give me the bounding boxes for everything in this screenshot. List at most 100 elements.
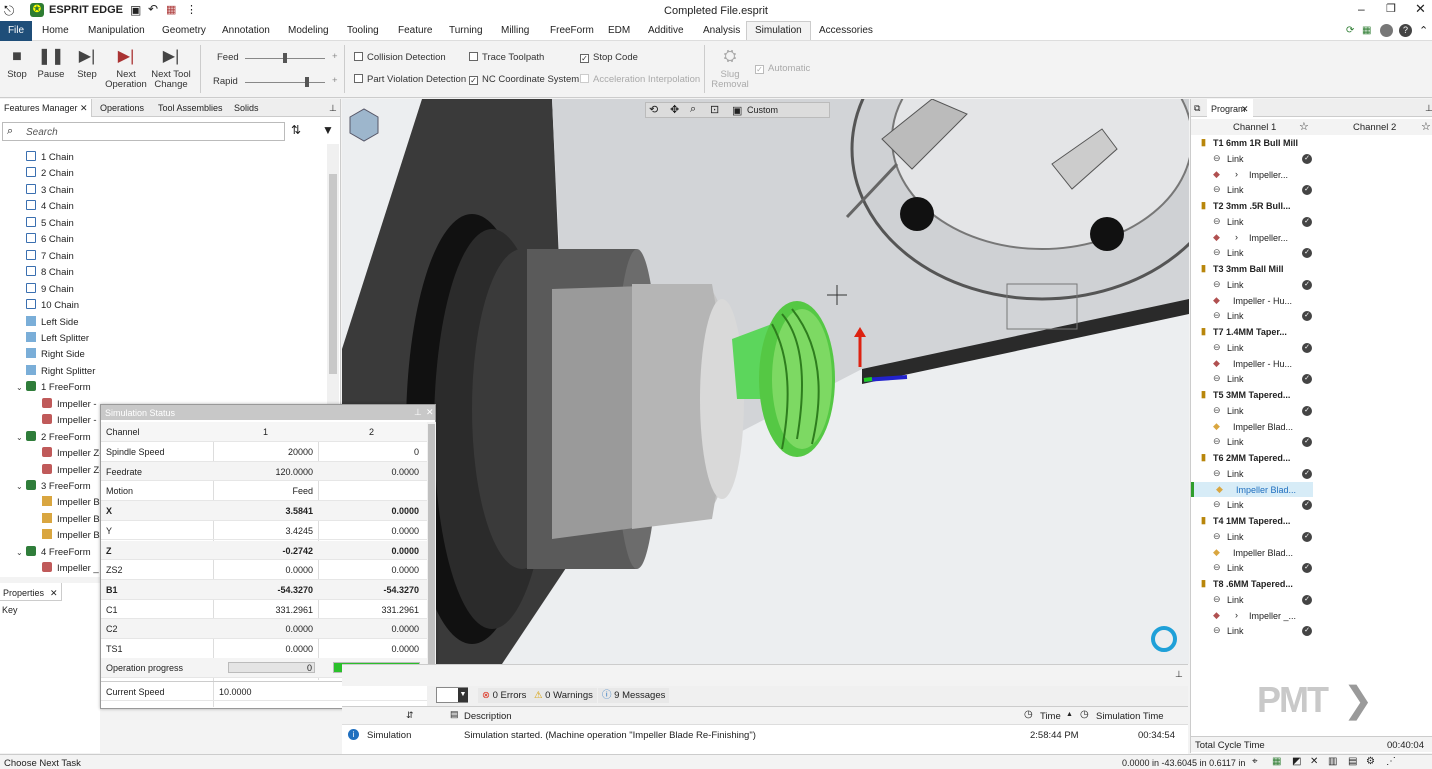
program-link-row[interactable]: ⊖ Link ✓ (1191, 497, 1313, 513)
pin-icon[interactable]: ⊥ (329, 103, 337, 114)
close-icon[interactable]: ✕ (1241, 104, 1249, 115)
tree-item[interactable]: ⌄ 1 FreeForm (16, 381, 91, 397)
program-operation-row[interactable]: ◆ Impeller Blad... (1191, 481, 1313, 498)
program-tool-row[interactable]: ▮ T4 1MM Tapered... (1191, 513, 1313, 529)
program-tool-row[interactable]: ▮ T5 3MM Tapered... (1191, 387, 1313, 403)
sync-icon[interactable]: ⟳ (1346, 25, 1354, 36)
sort-icon[interactable]: ⇅ (291, 123, 301, 137)
plane-icon[interactable]: ▥ (1328, 756, 1337, 767)
program-tool-row[interactable]: ▮ T2 3mm .5R Bull... (1191, 198, 1313, 214)
chevron-right-icon[interactable]: › (1235, 169, 1238, 179)
tree-item[interactable]: Impeller - (42, 397, 97, 414)
feed-slider-handle[interactable] (283, 53, 287, 63)
menu-geometry[interactable]: Geometry (162, 25, 206, 36)
col-time[interactable]: Time (1040, 711, 1061, 722)
menu-file[interactable]: File (0, 21, 32, 41)
grid-icon[interactable]: ▦ (1272, 756, 1281, 767)
rapid-slider-handle[interactable] (305, 77, 309, 87)
program-link-row[interactable]: ⊖ Link ✓ (1191, 466, 1313, 482)
program-link-row[interactable]: ⊖ Link ✓ (1191, 592, 1313, 608)
tree-item[interactable]: Left Side (26, 315, 79, 332)
col-sim-time[interactable]: Simulation Time (1096, 711, 1164, 722)
menu-analysis[interactable]: Analysis (703, 25, 740, 36)
close-icon[interactable]: ✕ (50, 588, 58, 599)
filter-icon[interactable]: ▼ (322, 123, 334, 137)
tree-item[interactable]: Impeller Bl (42, 512, 102, 529)
tab-operations[interactable]: Operations (100, 103, 144, 113)
program-tool-row[interactable]: ▮ T1 6mm 1R Bull Mill (1191, 135, 1313, 151)
menu-turning[interactable]: Turning (449, 25, 483, 36)
next-tool-change-button[interactable]: ▶| Next Tool Change (151, 45, 191, 90)
chevron-right-icon[interactable]: › (1235, 232, 1238, 242)
rapid-slider[interactable] (245, 82, 325, 83)
program-operation-row[interactable]: ◆ Impeller - Hu... (1191, 356, 1313, 372)
tree-item[interactable]: 6 Chain (26, 233, 74, 249)
errors-filter[interactable]: ⊗ 0 Errors (478, 688, 531, 703)
tree-item[interactable]: Impeller Z- (42, 463, 102, 480)
program-operation-row[interactable]: ◆ › Impeller _... (1191, 608, 1313, 624)
chevron-down-icon[interactable]: ⌄ (16, 433, 26, 442)
tree-item[interactable]: ⌄ 4 FreeForm (16, 545, 91, 562)
collision-detection-checkbox[interactable]: Collision Detection (354, 52, 446, 63)
tree-item[interactable]: 8 Chain (26, 266, 74, 282)
close-icon[interactable]: ✕ (426, 407, 434, 418)
program-tool-row[interactable]: ▮ T7 1.4MM Taper... (1191, 324, 1313, 340)
program-tool-row[interactable]: ▮ T6 2MM Tapered... (1191, 450, 1313, 466)
settings-icon[interactable]: ⚙ (1366, 756, 1375, 767)
program-operation-row[interactable]: ◆ › Impeller... (1191, 167, 1313, 183)
chevron-right-icon[interactable]: › (1235, 610, 1238, 620)
zoom-icon[interactable]: ⌕ (690, 103, 696, 116)
tree-item[interactable]: 9 Chain (26, 282, 74, 299)
x-axis-icon[interactable]: ✕ (1310, 756, 1318, 767)
star-icon[interactable]: ☆ (1299, 120, 1309, 133)
program-operation-row[interactable]: ◆ › Impeller... (1191, 230, 1313, 246)
tree-item[interactable]: 2 Chain (26, 167, 74, 183)
program-link-row[interactable]: ⊖ Link ✓ (1191, 403, 1313, 419)
stop-button[interactable]: ■ Stop (4, 45, 30, 80)
apps-icon[interactable]: ▦ (1362, 25, 1371, 36)
program-link-row[interactable]: ⊖ Link ✓ (1191, 371, 1313, 387)
menu-tooling[interactable]: Tooling (347, 25, 379, 36)
menu-home[interactable]: Home (42, 25, 69, 36)
step-button[interactable]: ▶| Step (74, 45, 100, 80)
menu-edm[interactable]: EDM (608, 25, 630, 36)
search-input[interactable]: ⌕ Search (2, 122, 285, 141)
program-tool-row[interactable]: ▮ T3 3mm Ball Mill (1191, 261, 1313, 277)
chevron-down-icon[interactable]: ⌄ (16, 548, 26, 557)
star-icon[interactable]: ☆ (1421, 120, 1431, 133)
restore-icon[interactable]: ❐ (1386, 2, 1396, 15)
next-operation-button[interactable]: ▶| Next Operation (105, 45, 147, 90)
program-link-row[interactable]: ⊖ Link ✓ (1191, 277, 1313, 293)
menu-feature[interactable]: Feature (398, 25, 432, 36)
chevron-down-icon[interactable]: ⌄ (16, 383, 26, 392)
table-row[interactable]: i Simulation Simulation started. (Machin… (342, 725, 1188, 745)
tree-item[interactable]: Impeller Bl (42, 496, 102, 512)
tree-item[interactable]: ⌄ 2 FreeForm (16, 430, 91, 447)
slug-removal-button[interactable]: ⛭ Slug Removal (709, 45, 751, 90)
zoom-window-icon[interactable]: ⊡ (710, 103, 719, 116)
tree-item[interactable]: 4 Chain (26, 200, 74, 216)
program-tool-row[interactable]: ▮ T8 .6MM Tapered... (1191, 576, 1313, 592)
tree-item[interactable]: 5 Chain (26, 216, 74, 233)
menu-additive[interactable]: Additive (648, 25, 684, 36)
avatar[interactable] (1380, 24, 1393, 37)
warnings-filter[interactable]: ⚠ 0 Warnings (530, 688, 597, 703)
3d-viewport[interactable] (342, 99, 1189, 664)
menu-accessories[interactable]: Accessories (819, 25, 873, 36)
trace-toolpath-checkbox[interactable]: Trace Toolpath (469, 52, 544, 63)
program-link-row[interactable]: ⊖ Link ✓ (1191, 560, 1313, 576)
program-link-row[interactable]: ⊖ Link ✓ (1191, 182, 1313, 198)
tree-item[interactable]: Right Splitter (26, 364, 95, 381)
close-icon[interactable]: ✕ (1415, 1, 1426, 17)
tree-item[interactable]: Left Splitter (26, 331, 89, 348)
program-link-row[interactable]: ⊖ Link ✓ (1191, 214, 1313, 230)
restore-icon[interactable]: ⧉ (1194, 103, 1200, 114)
menu-milling[interactable]: Milling (501, 25, 529, 36)
tree-item[interactable]: ⌄ 3 FreeForm (16, 480, 91, 496)
program-link-row[interactable]: ⊖ Link ✓ (1191, 434, 1313, 450)
menu-modeling[interactable]: Modeling (288, 25, 329, 36)
program-link-row[interactable]: ⊖ Link ✓ (1191, 245, 1313, 261)
pan-icon[interactable]: ✥ (670, 103, 679, 116)
pin-icon[interactable]: ⊥ (414, 407, 422, 418)
messages-filter[interactable]: ⓘ 9 Messages (598, 688, 670, 703)
